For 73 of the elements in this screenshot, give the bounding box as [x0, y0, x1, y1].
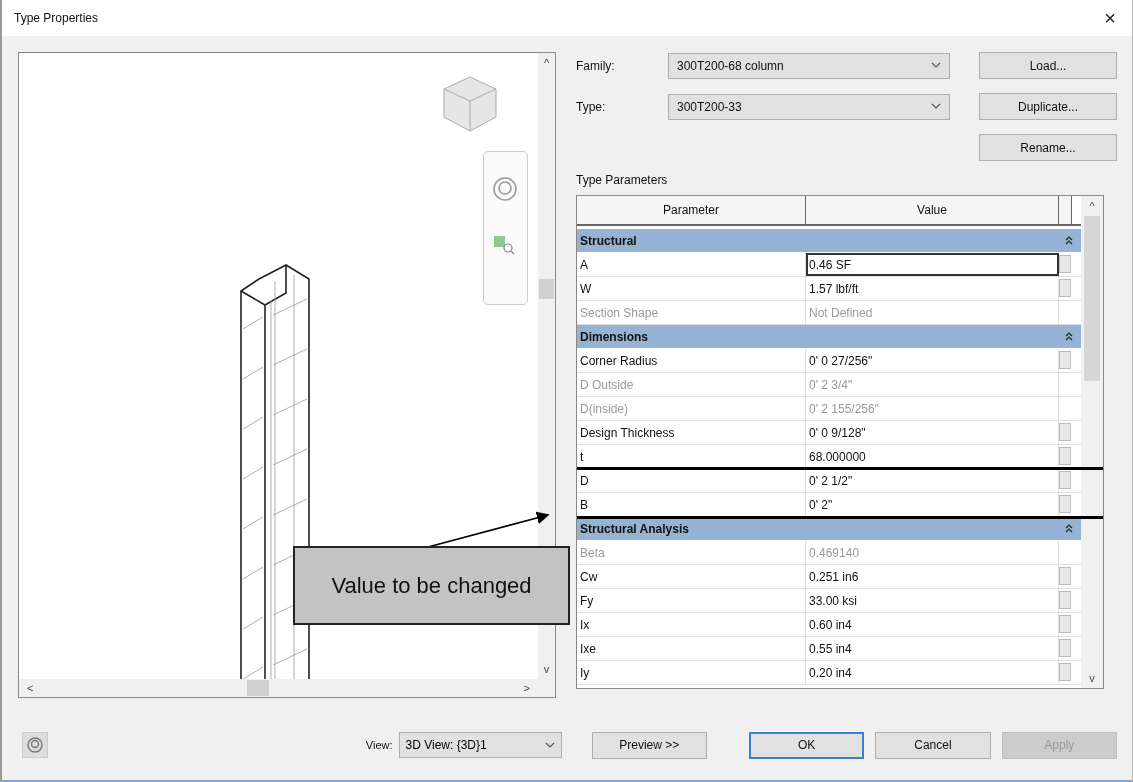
load-button[interactable]: Load... — [979, 52, 1117, 79]
parameter-name: W — [577, 277, 806, 300]
close-button[interactable]: × — [1100, 6, 1120, 30]
collapse-icon[interactable] — [1065, 236, 1073, 245]
edit-button[interactable] — [1059, 567, 1071, 585]
parameter-name: Ix — [577, 613, 806, 636]
group-header[interactable]: Structural — [577, 229, 1081, 252]
edit-button[interactable] — [1059, 663, 1071, 681]
parameter-name: Design Thickness — [577, 421, 806, 444]
window-title: Type Properties — [14, 11, 99, 25]
parameter-value: Not Defined — [806, 301, 1059, 324]
parameter-value: 0' 2 155/256" — [806, 397, 1059, 420]
edit-button[interactable] — [1059, 615, 1071, 633]
parameter-name: Section Shape — [577, 301, 806, 324]
navigation-bar[interactable] — [483, 151, 528, 305]
steering-wheel-button[interactable] — [22, 732, 48, 758]
chevron-down-icon — [931, 103, 941, 110]
dialog-button[interactable]: OK — [748, 731, 865, 759]
chevron-down-icon — [544, 741, 555, 749]
collapse-icon[interactable] — [1065, 524, 1073, 533]
parameter-name: A — [577, 253, 806, 276]
edit-button[interactable] — [1059, 471, 1071, 489]
parameter-name: D — [577, 469, 806, 492]
edit-button[interactable] — [1059, 351, 1071, 369]
column-header: Value — [806, 196, 1059, 224]
parameter-name: Beta — [577, 541, 806, 564]
parameter-name: t — [577, 445, 806, 468]
scroll-up-button[interactable]: ^ — [543, 57, 550, 69]
parameter-value: 0' 2 3/4" — [806, 373, 1059, 396]
family-dropdown[interactable]: 300T200-68 column — [668, 52, 950, 79]
parameter-name: Cw — [577, 565, 806, 588]
parameter-name: Iy — [577, 661, 806, 684]
chevron-down-icon — [931, 62, 941, 69]
column-header: Parameter — [577, 196, 806, 224]
edit-button[interactable] — [1059, 423, 1071, 441]
parameter-name: B — [577, 493, 806, 516]
parameter-name: Fy — [577, 589, 806, 612]
zoom-icon[interactable] — [492, 234, 516, 256]
value-field[interactable]: 0.46 SF — [806, 253, 1059, 276]
collapse-icon[interactable] — [1065, 332, 1073, 341]
scrollbar-thumb[interactable] — [539, 279, 554, 299]
edit-button[interactable] — [1059, 447, 1071, 465]
parameter-value: 0.469140 — [806, 541, 1059, 564]
type-dropdown[interactable]: 300T200-33 — [668, 93, 950, 120]
parameter-name: D(inside) — [577, 397, 806, 420]
rename-button[interactable]: Rename... — [979, 134, 1117, 161]
edit-button[interactable] — [1059, 591, 1071, 609]
type-label: Type: — [576, 99, 607, 114]
dialog-button[interactable]: Preview >> — [591, 731, 707, 759]
edit-button[interactable] — [1059, 639, 1071, 657]
dialog-button[interactable]: Cancel — [875, 731, 991, 759]
scroll-down-button[interactable]: v — [1089, 672, 1095, 684]
duplicate-button[interactable]: Duplicate... — [979, 93, 1117, 120]
steering-wheel-icon[interactable] — [492, 176, 518, 202]
parameter-name: D Outside — [577, 373, 806, 396]
group-header[interactable]: Structural Analysis — [577, 517, 1081, 540]
group-header[interactable]: Dimensions — [577, 325, 1081, 348]
scroll-left-button[interactable]: < — [27, 682, 34, 694]
edit-button[interactable] — [1059, 279, 1071, 297]
parameter-name: Ixe — [577, 637, 806, 660]
parameter-name: Corner Radius — [577, 349, 806, 372]
edit-button[interactable] — [1059, 255, 1071, 273]
section-title: Type Parameters — [576, 173, 669, 187]
view-dropdown[interactable]: 3D View: {3D}1 — [398, 732, 562, 758]
scrollbar-thumb[interactable] — [1084, 216, 1100, 381]
edit-button[interactable] — [1059, 495, 1071, 513]
family-label: Family: — [576, 58, 616, 73]
scroll-right-button[interactable]: > — [523, 682, 530, 694]
scroll-down-button[interactable]: v — [543, 663, 550, 675]
view-label: View: — [365, 739, 393, 751]
scrollbar-thumb[interactable] — [247, 680, 269, 696]
scroll-up-button[interactable]: ^ — [1089, 200, 1095, 212]
callout-label: Value to be changed — [293, 546, 570, 625]
